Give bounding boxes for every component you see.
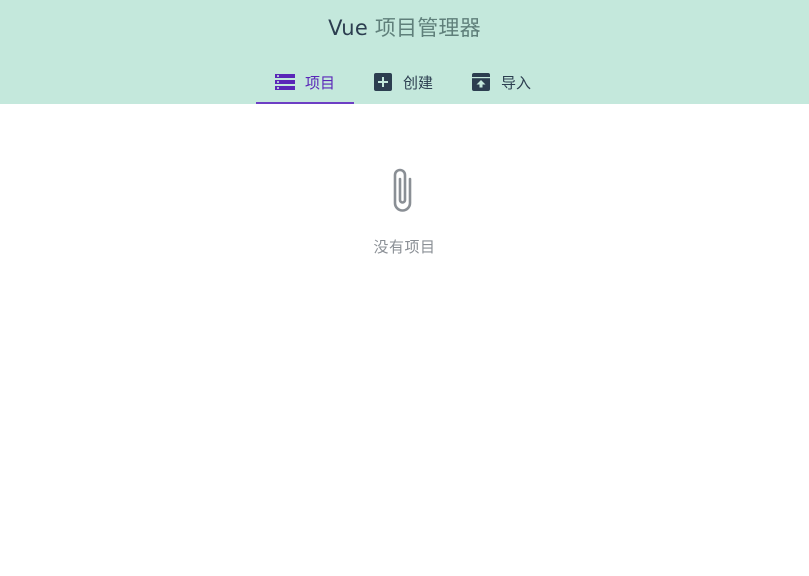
empty-state-text: 没有项目: [373, 238, 436, 256]
title-rest: 项目管理器: [367, 16, 481, 40]
tab-import[interactable]: 导入: [452, 60, 550, 104]
app-header: Vue 项目管理器 项目 创建 导入: [0, 0, 809, 104]
page-title: Vue 项目管理器: [0, 14, 809, 42]
tab-create-label: 创建: [402, 73, 433, 92]
title-brand: Vue: [328, 16, 368, 40]
unarchive-icon: [471, 72, 491, 92]
add-box-icon: [373, 72, 393, 92]
tab-create[interactable]: 创建: [354, 60, 452, 104]
tab-projects[interactable]: 项目: [256, 60, 354, 104]
tab-import-label: 导入: [500, 73, 531, 92]
tab-projects-label: 项目: [304, 73, 335, 92]
paperclip-icon: [390, 166, 420, 216]
view-list-icon: [274, 72, 295, 92]
tab-bar: 项目 创建 导入: [256, 60, 550, 104]
empty-state: 没有项目: [0, 166, 809, 257]
